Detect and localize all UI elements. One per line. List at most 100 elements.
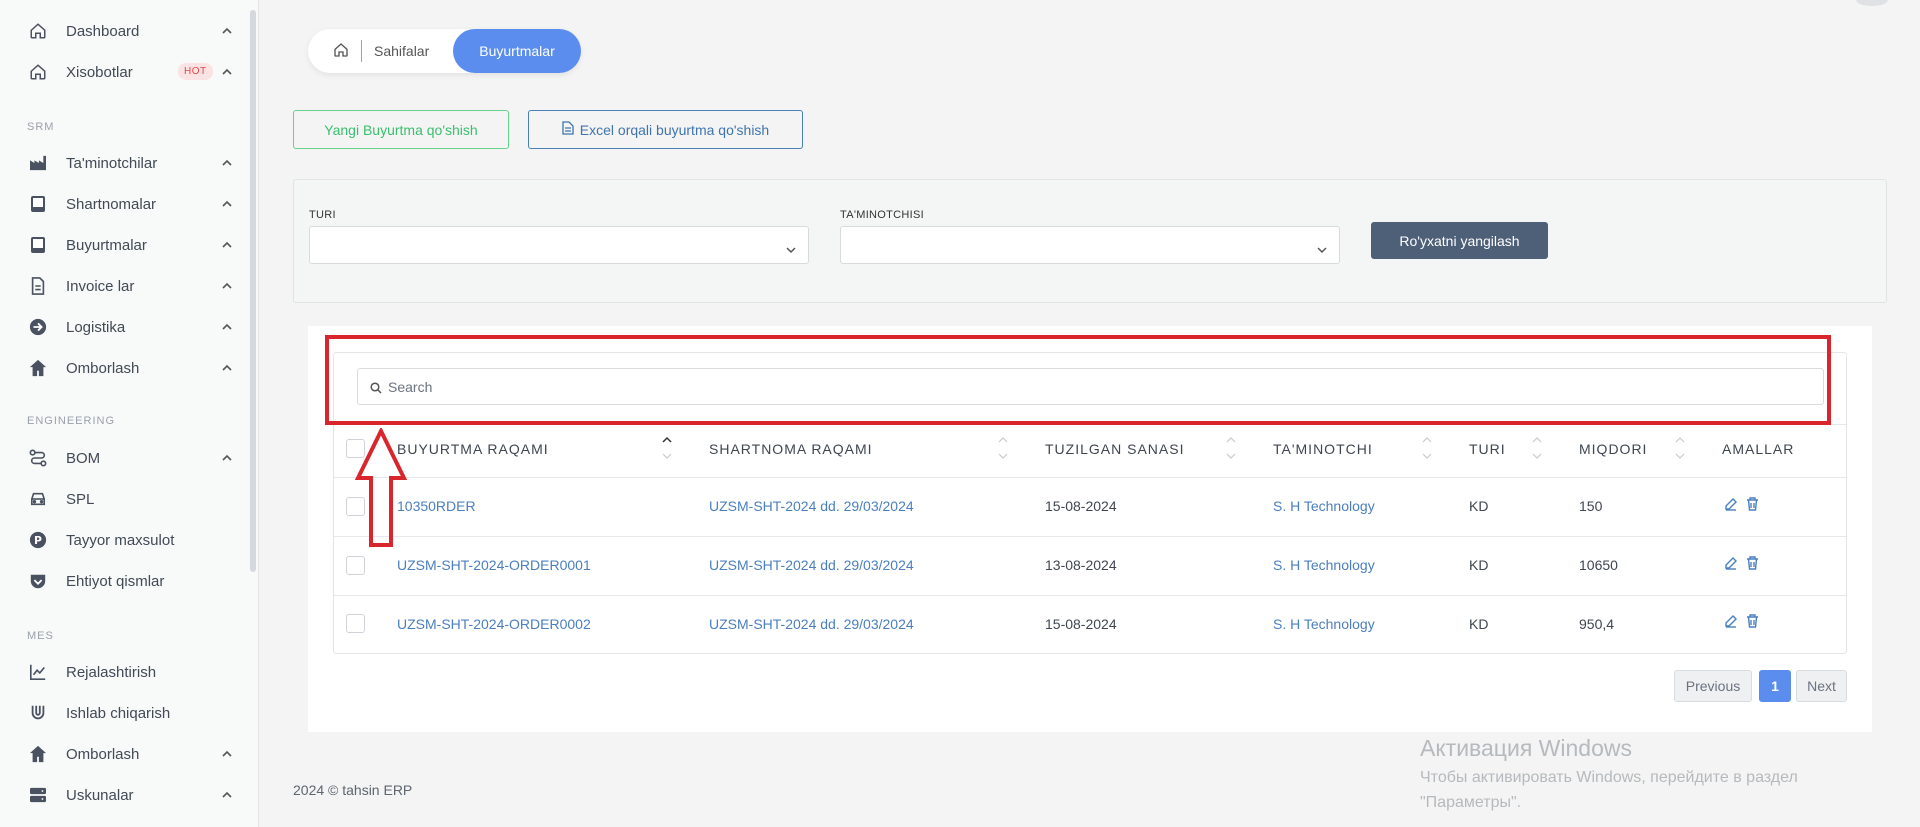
sidebar-item-label: Rejalashtirish [66,663,157,681]
excel-order-button[interactable]: Excel orqali buyurtma qo'shish [528,110,803,149]
order-type: KD [1469,557,1489,573]
magnet-icon [28,703,48,723]
delete-icon[interactable] [1746,497,1759,516]
house-icon [28,358,48,378]
sidebar-item-invoice[interactable]: Invoice lar [0,269,240,303]
delete-icon[interactable] [1746,614,1759,633]
chevron-up-icon [222,281,232,291]
sidebar-item-label: Logistika [66,318,126,336]
breadcrumb-link[interactable]: Sahifalar [374,43,429,59]
sidebar-item-xisobotlar[interactable]: Xisobotlar HOT [0,55,240,89]
car-icon [28,489,48,509]
book-icon [28,194,48,214]
sidebar-item-shartnomalar[interactable]: Shartnomalar [0,187,240,221]
file-icon [562,121,574,138]
created-date: 15-08-2024 [1045,498,1117,514]
created-date: 13-08-2024 [1045,557,1117,573]
excel-order-label: Excel orqali buyurtma qo'shish [579,121,770,138]
supplier-link[interactable]: S. H Technology [1273,498,1375,514]
chevron-up-icon [222,67,232,77]
edit-icon[interactable] [1724,497,1738,516]
created-date: 15-08-2024 [1045,616,1117,632]
section-title-mes: MES [27,630,54,642]
type-select[interactable] [309,226,809,264]
sort-icon[interactable] [998,434,1008,462]
sidebar-item-label: SPL [66,490,95,508]
sort-icon[interactable] [1226,434,1236,462]
supplier-link[interactable]: S. H Technology [1273,557,1375,573]
sidebar-item-omborlash[interactable]: Omborlash [0,351,240,385]
supplier-select[interactable] [840,226,1340,264]
row-checkbox[interactable] [346,556,365,575]
sidebar-item-label: Dashboard [66,22,140,40]
sidebar-item-label: Tayyor maxsulot [66,531,175,549]
new-order-button[interactable]: Yangi Buyurtma qo'shish [293,110,509,149]
document-icon [28,276,48,296]
sidebar-item-tayyor-maxsulot[interactable]: P Tayyor maxsulot [0,523,240,557]
column-header-created-date[interactable]: TUZILGAN SANASI [1045,441,1184,457]
sidebar-item-taminotchilar[interactable]: Ta'minotchilar [0,146,240,180]
home-icon [28,21,48,41]
svg-text:P: P [34,534,42,547]
column-header-type[interactable]: TURI [1469,441,1506,457]
pagination-previous-button[interactable]: Previous [1674,670,1752,702]
column-header-quantity[interactable]: MIQDORI [1579,441,1647,457]
server-icon [28,785,48,805]
delete-icon[interactable] [1746,556,1759,575]
user-avatar[interactable] [1856,0,1888,6]
page-number: 1 [1771,678,1779,694]
sidebar-scrollbar[interactable] [250,10,256,572]
sidebar-item-label: Ishlab chiqarish [66,704,171,722]
contract-number-link[interactable]: UZSM-SHT-2024 dd. 29/03/2024 [709,616,914,632]
sort-icon[interactable] [1675,434,1685,462]
order-number-link[interactable]: 10350RDER [397,498,476,514]
pagination-next-button[interactable]: Next [1796,670,1847,702]
table-divider [334,477,1846,478]
hot-badge: HOT [178,63,213,80]
supplier-link[interactable]: S. H Technology [1273,616,1375,632]
column-header-order-number[interactable]: BUYURTMA RAQAMI [397,441,549,457]
order-number-link[interactable]: UZSM-SHT-2024-ORDER0002 [397,616,591,632]
sidebar-item-label: Ehtiyot qismlar [66,572,165,590]
column-header-supplier[interactable]: TA'MINOTCHI [1273,441,1373,457]
sidebar-item-label: Xisobotlar [66,63,133,81]
row-checkbox[interactable] [346,614,365,633]
breadcrumb-current: Buyurtmalar [453,29,581,73]
sort-asc-icon[interactable] [662,434,672,462]
footer-copyright: 2024 © tahsin ERP [293,782,413,798]
home-icon[interactable] [333,42,349,63]
contract-number-link[interactable]: UZSM-SHT-2024 dd. 29/03/2024 [709,498,914,514]
sidebar-item-label: BOM [66,449,101,467]
sidebar-item-dashboard[interactable]: Dashboard [0,14,240,48]
sidebar-item-omborlash-mes[interactable]: Omborlash [0,737,240,771]
order-number-link[interactable]: UZSM-SHT-2024-ORDER0001 [397,557,591,573]
sidebar-item-uskunalar[interactable]: Uskunalar [0,778,240,812]
chevron-up-icon [222,363,232,373]
column-header-contract-number[interactable]: SHARTNOMA RAQAMI [709,441,873,457]
contract-number-link[interactable]: UZSM-SHT-2024 dd. 29/03/2024 [709,557,914,573]
sidebar-item-rejalashtirish[interactable]: Rejalashtirish [0,655,240,689]
sidebar-item-label: Omborlash [66,359,140,377]
refresh-list-button[interactable]: Ro'yxatni yangilash [1371,222,1548,259]
sort-icon[interactable] [1422,434,1432,462]
sidebar-item-ishlab-chiqarish[interactable]: Ishlab chiqarish [0,696,240,730]
sidebar-item-spl[interactable]: SPL [0,482,240,516]
sidebar-item-ehtiyot-qismlar[interactable]: Ehtiyot qismlar [0,564,240,598]
sidebar-item-bom[interactable]: BOM [0,441,240,475]
sidebar-item-buyurtmalar[interactable]: Buyurtmalar [0,228,240,262]
chevron-up-icon [222,790,232,800]
sidebar-item-label: Ta'minotchilar [66,154,158,172]
shield-check-icon [28,571,48,591]
chevron-down-icon [1317,241,1327,259]
windows-activation-text: Чтобы активировать Windows, перейдите в … [1420,769,1798,786]
edit-icon[interactable] [1724,556,1738,575]
annotation-highlight-box [325,335,1831,425]
pagination-page-1[interactable]: 1 [1759,670,1791,702]
edit-icon[interactable] [1724,614,1738,633]
sidebar-item-logistika[interactable]: Logistika [0,310,240,344]
breadcrumb-separator [361,40,362,62]
order-quantity: 950,4 [1579,616,1615,632]
chevron-up-icon [222,322,232,332]
sidebar-item-label: Uskunalar [66,786,134,804]
sort-icon[interactable] [1532,434,1542,462]
